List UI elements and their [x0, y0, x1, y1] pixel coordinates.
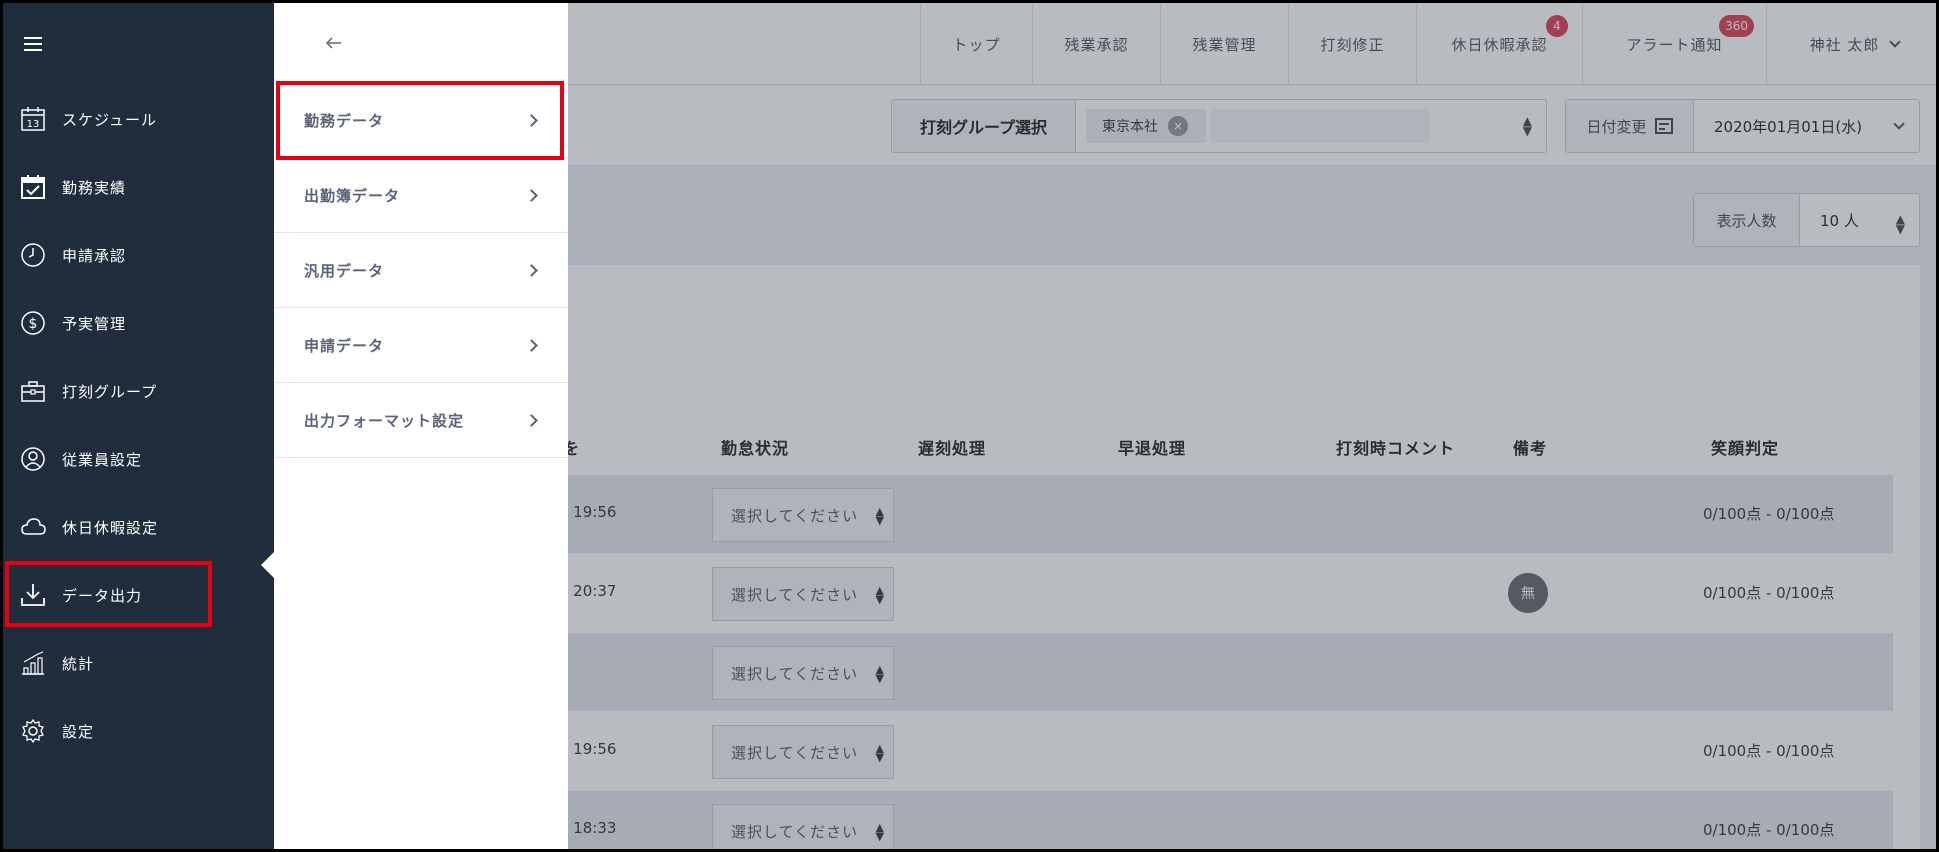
sidebar-item-label: 休日休暇設定 — [62, 518, 159, 537]
sidebar-item-approval[interactable]: 申請承認 — [3, 221, 274, 289]
active-pointer — [261, 552, 274, 578]
sidebar-item-holiday[interactable]: 休日休暇設定 — [3, 493, 274, 561]
briefcase-icon — [21, 381, 45, 402]
chevron-right-icon — [525, 338, 538, 352]
sidebar-item-label: 勤務実績 — [62, 178, 127, 197]
chevron-right-icon — [525, 263, 538, 277]
sidebar-item-schedule[interactable]: 13 スケジュール — [3, 85, 274, 153]
hamburger-icon[interactable] — [24, 37, 42, 51]
user-icon — [21, 447, 45, 471]
app-frame: トップ 残業承認 残業管理 打刻修正 休日休暇承認 4 アラート通知 360 神… — [0, 0, 1939, 852]
calendar-check-icon — [21, 175, 45, 199]
sidebar-item-punch-group[interactable]: 打刻グループ — [3, 357, 274, 425]
sidebar-item-settings[interactable]: 設定 — [3, 697, 274, 765]
sidebar: 13 スケジュール 勤務実績 申請承認 $ 予実管理 打刻グループ 従業員設定 … — [3, 3, 274, 849]
dollar-icon: $ — [21, 311, 45, 335]
submenu-item-label: 汎用データ — [304, 261, 385, 280]
submenu-item-application-data[interactable]: 申請データ — [274, 308, 568, 383]
svg-text:13: 13 — [27, 119, 40, 130]
sidebar-item-work-record[interactable]: 勤務実績 — [3, 153, 274, 221]
highlight-box-sidebar — [5, 561, 212, 627]
sidebar-item-label: スケジュール — [62, 110, 157, 129]
svg-text:$: $ — [29, 316, 38, 332]
sidebar-item-label: 予実管理 — [62, 314, 127, 333]
submenu-item-label: 出勤簿データ — [304, 186, 401, 205]
sidebar-item-label: 打刻グループ — [62, 382, 158, 401]
submenu-item-label: 出力フォーマット設定 — [304, 411, 465, 430]
sidebar-item-label: 統計 — [62, 654, 95, 673]
calendar-icon: 13 — [21, 107, 45, 131]
sidebar-item-budget[interactable]: $ 予実管理 — [3, 289, 274, 357]
sidebar-item-statistics[interactable]: 統計 — [3, 629, 274, 697]
chevron-right-icon — [525, 413, 538, 427]
submenu-item-general-data[interactable]: 汎用データ — [274, 233, 568, 308]
sidebar-item-employee[interactable]: 従業員設定 — [3, 425, 274, 493]
sidebar-item-label: 従業員設定 — [62, 450, 143, 469]
submenu-item-label: 申請データ — [304, 336, 385, 355]
submenu-item-output-format[interactable]: 出力フォーマット設定 — [274, 383, 568, 458]
cloud-icon — [21, 518, 46, 535]
sidebar-item-label: 申請承認 — [62, 246, 127, 265]
submenu-item-attendance-book[interactable]: 出勤簿データ — [274, 158, 568, 233]
chevron-right-icon — [525, 188, 538, 202]
gear-icon — [22, 718, 44, 744]
sidebar-item-label: 設定 — [62, 722, 95, 741]
highlight-box-submenu — [276, 81, 564, 160]
chart-icon — [22, 651, 44, 675]
back-arrow-icon[interactable] — [324, 33, 344, 53]
clock-icon — [21, 243, 45, 267]
